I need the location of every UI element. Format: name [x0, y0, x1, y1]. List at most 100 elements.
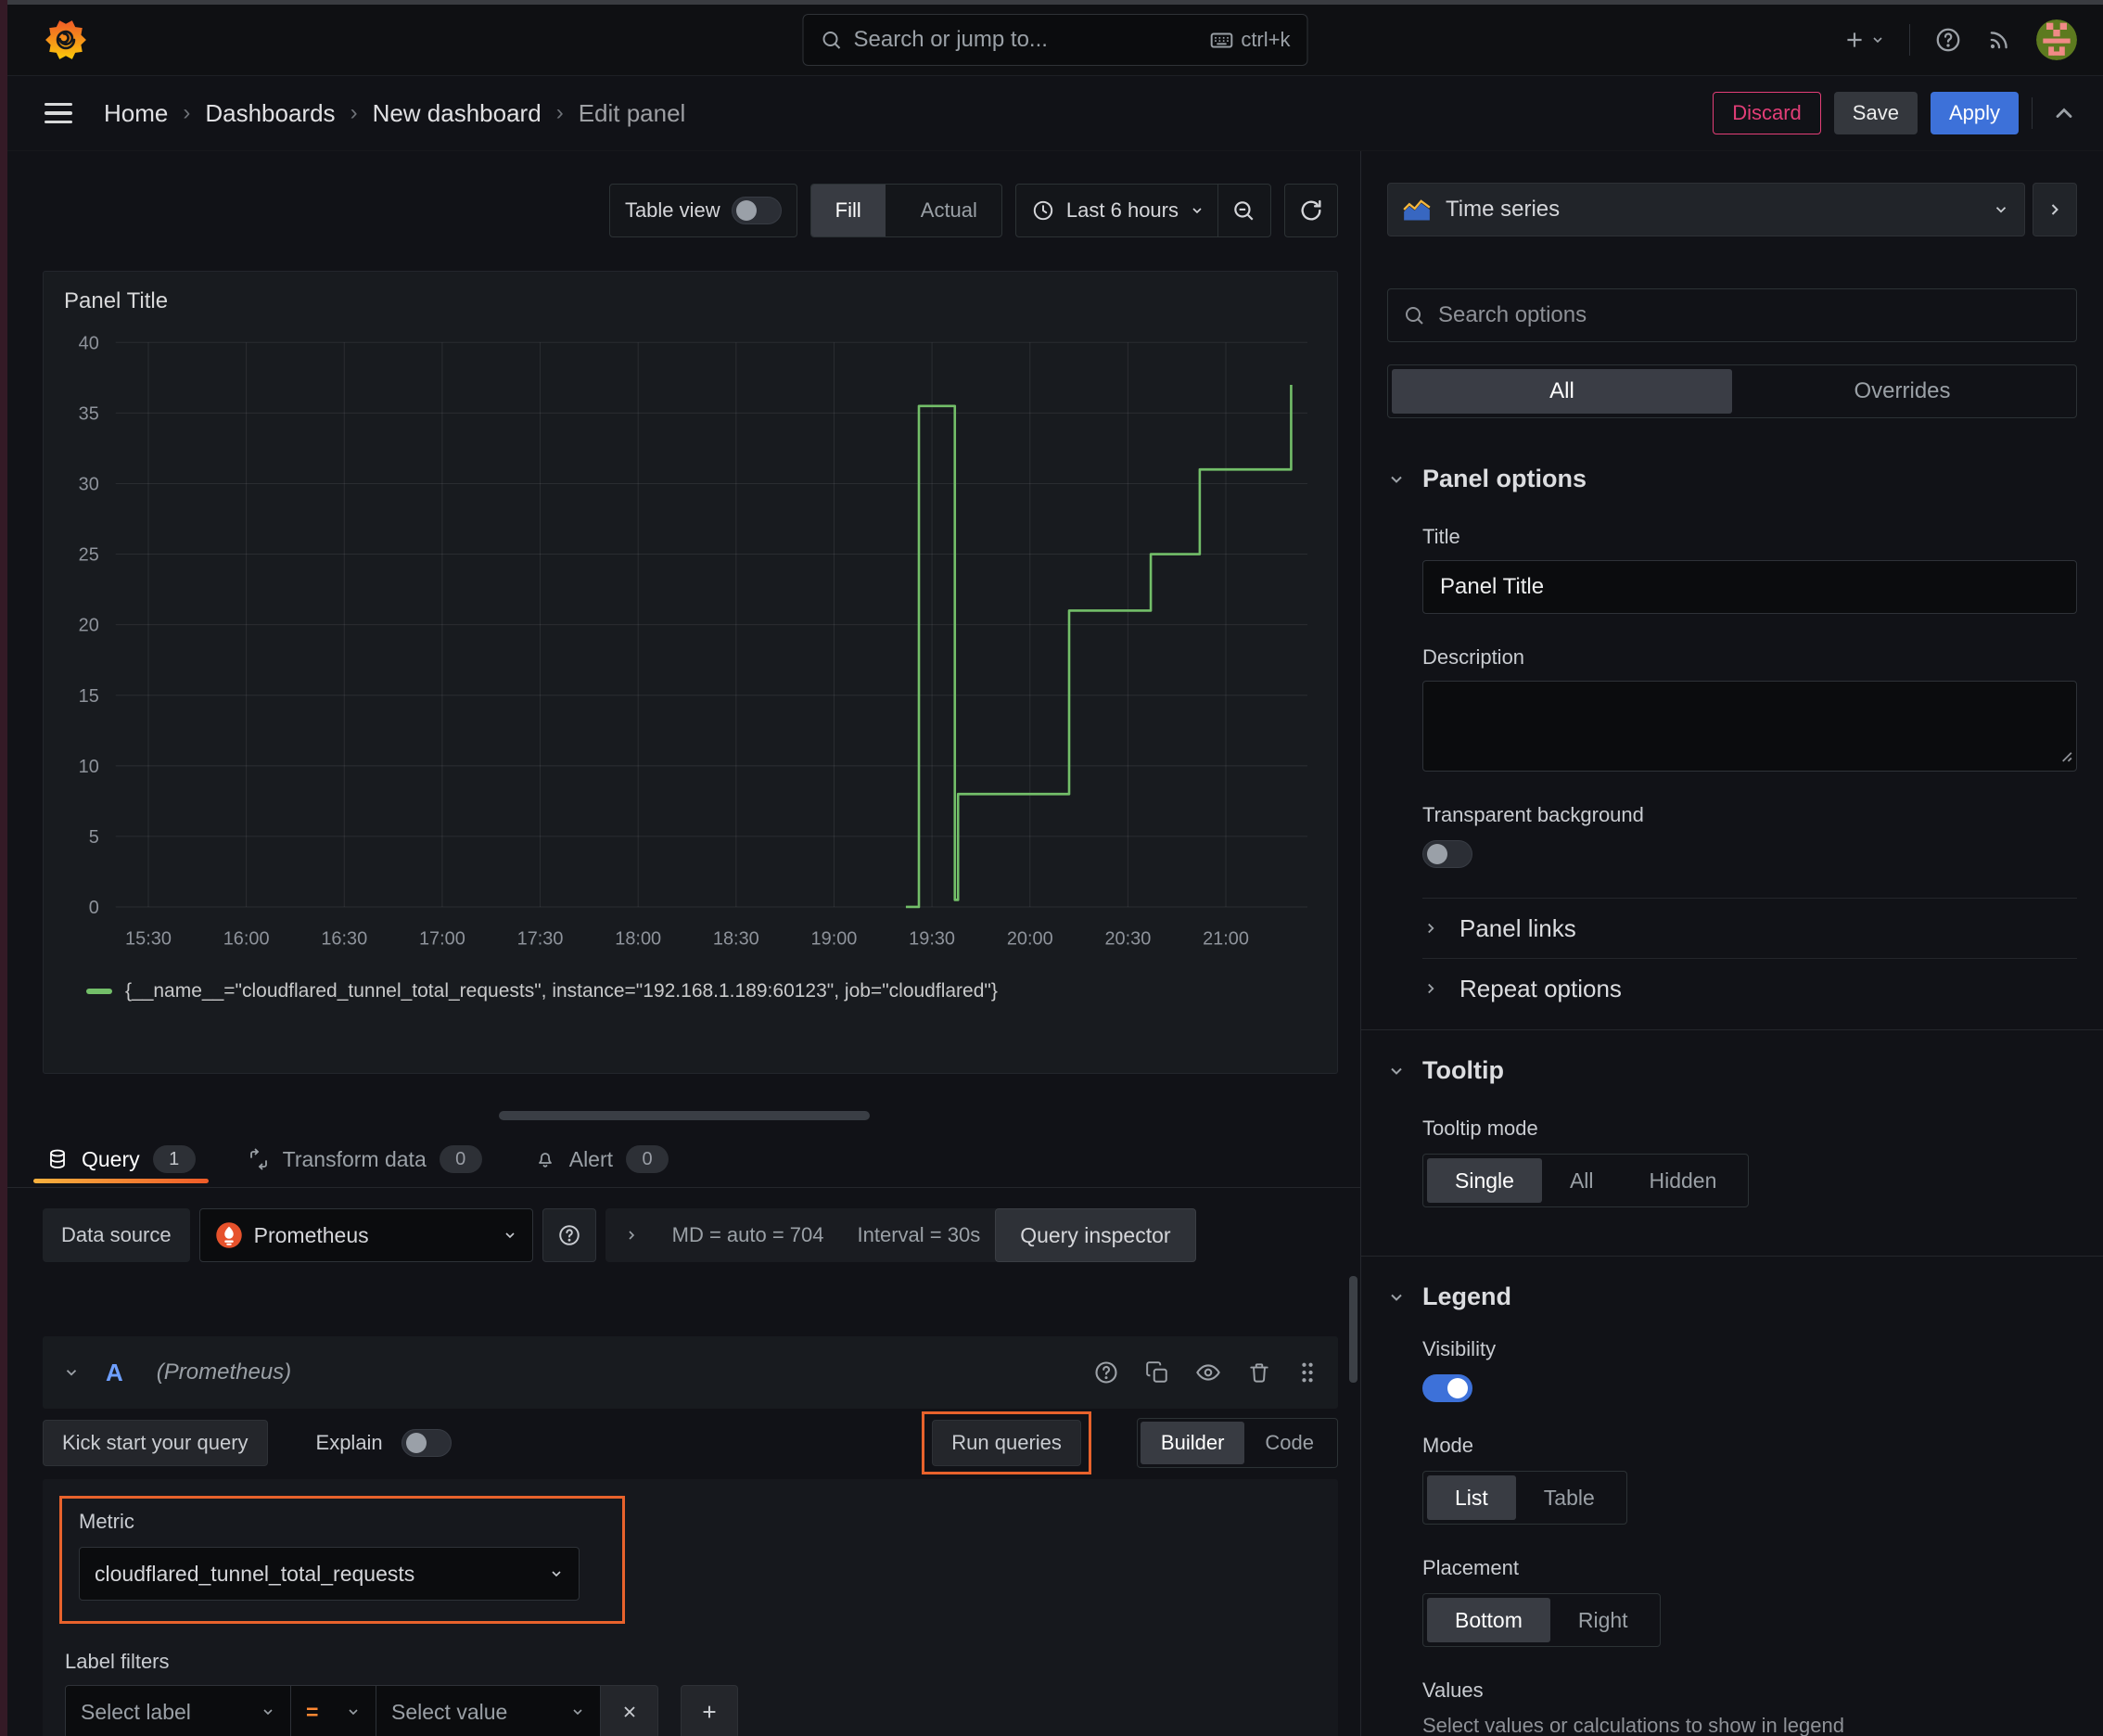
- table-view-toggle[interactable]: [731, 197, 782, 224]
- resize-corner-icon[interactable]: [2058, 747, 2072, 767]
- breadcrumb-home[interactable]: Home: [104, 99, 168, 128]
- main-column: Table view Fill Actual Last 6 hours Pane…: [7, 151, 1361, 1736]
- query-ref-id[interactable]: A: [106, 1359, 123, 1387]
- select-label-dropdown[interactable]: Select label: [65, 1685, 291, 1736]
- chevron-up-icon[interactable]: [2051, 100, 2077, 126]
- nav-actions: [1842, 19, 2077, 60]
- chevron-right-icon[interactable]: [624, 1228, 639, 1243]
- bell-icon: [538, 1153, 552, 1168]
- search-input[interactable]: Search or jump to... ctrl+k: [802, 14, 1308, 66]
- legend-header[interactable]: Legend: [1387, 1283, 2077, 1311]
- prometheus-icon: [215, 1222, 242, 1248]
- chevron-down-icon: [1387, 1288, 1406, 1307]
- stats-max-datapoints: MD = auto = 704: [671, 1223, 824, 1246]
- discard-button[interactable]: Discard: [1713, 92, 1821, 134]
- apply-button[interactable]: Apply: [1930, 92, 2019, 134]
- question-circle-icon: [558, 1225, 580, 1245]
- refresh-button[interactable]: [1284, 184, 1338, 237]
- chart-legend[interactable]: {__name__="cloudflared_tunnel_total_requ…: [86, 980, 1322, 1002]
- description-textarea[interactable]: [1422, 681, 2077, 772]
- tab-transform[interactable]: Transform data 0: [248, 1131, 482, 1187]
- hide-query-icon[interactable]: [1195, 1359, 1221, 1385]
- query-editor-header: A (Prometheus): [43, 1336, 1338, 1409]
- transparent-background-toggle[interactable]: [1422, 840, 1472, 868]
- svg-text:17:00: 17:00: [419, 928, 465, 949]
- panel-title-input[interactable]: Panel Title: [1422, 560, 2077, 614]
- breadcrumb-dashboards[interactable]: Dashboards: [205, 99, 335, 128]
- tooltip-all-option[interactable]: All: [1542, 1158, 1622, 1203]
- actions-divider: [2032, 97, 2033, 129]
- tooltip-header[interactable]: Tooltip: [1387, 1056, 2077, 1085]
- time-range-label[interactable]: Last 6 hours: [1066, 198, 1179, 223]
- mode-table-option[interactable]: Table: [1516, 1475, 1623, 1520]
- svg-text:17:30: 17:30: [517, 928, 564, 949]
- editor-tabs: Query 1 Transform data 0 Alert 0: [7, 1131, 1360, 1188]
- query-builder-body: Metric cloudflared_tunnel_total_requests…: [43, 1479, 1338, 1736]
- panel-links-section[interactable]: Panel links: [1422, 899, 2077, 958]
- grafana-logo[interactable]: [45, 19, 87, 61]
- delete-query-icon[interactable]: [1247, 1360, 1271, 1385]
- duplicate-query-icon[interactable]: [1145, 1360, 1169, 1385]
- svg-text:19:30: 19:30: [909, 928, 955, 949]
- query-help-icon[interactable]: [1093, 1359, 1119, 1385]
- tooltip-mode-label: Tooltip mode: [1422, 1117, 1538, 1140]
- divider: [1217, 185, 1218, 236]
- search-placeholder: Search or jump to...: [853, 27, 1048, 52]
- actual-option[interactable]: Actual: [897, 185, 1001, 236]
- placement-right-option[interactable]: Right: [1550, 1598, 1656, 1642]
- datasource-label: Data source: [43, 1208, 190, 1262]
- help-icon[interactable]: [1934, 26, 1962, 54]
- panel-options-header[interactable]: Panel options: [1387, 465, 2077, 493]
- fill-actual-group: Fill Actual: [809, 184, 1002, 237]
- svg-text:18:30: 18:30: [713, 928, 759, 949]
- scrollbar-thumb[interactable]: [1349, 1276, 1357, 1383]
- legend-visibility-toggle[interactable]: [1422, 1374, 1472, 1402]
- repeat-options-section[interactable]: Repeat options: [1422, 959, 2077, 1018]
- tooltip-hidden-option[interactable]: Hidden: [1622, 1158, 1745, 1203]
- visualization-select[interactable]: Time series: [1387, 183, 2025, 236]
- tab-overrides[interactable]: Overrides: [1732, 369, 2072, 414]
- save-button[interactable]: Save: [1833, 92, 1918, 134]
- series-label[interactable]: {__name__="cloudflared_tunnel_total_requ…: [125, 980, 998, 1002]
- mode-list-option[interactable]: List: [1427, 1475, 1516, 1520]
- toggle-viz-picker-button[interactable]: [2033, 183, 2077, 236]
- time-series-icon: [1403, 199, 1431, 221]
- add-filter-button[interactable]: [681, 1685, 738, 1736]
- avatar[interactable]: [2036, 19, 2077, 60]
- code-option[interactable]: Code: [1244, 1422, 1334, 1464]
- tab-alert[interactable]: Alert 0: [534, 1131, 669, 1187]
- add-button[interactable]: [1842, 28, 1885, 52]
- desktop-edge: [0, 0, 7, 1736]
- metric-select[interactable]: cloudflared_tunnel_total_requests: [79, 1547, 580, 1601]
- fill-option[interactable]: Fill: [810, 185, 886, 236]
- run-queries-button[interactable]: Run queries: [932, 1420, 1081, 1466]
- resize-handle[interactable]: [498, 1111, 870, 1120]
- values-label: Values: [1422, 1679, 1484, 1702]
- datasource-select[interactable]: Prometheus: [198, 1208, 533, 1262]
- builder-option[interactable]: Builder: [1140, 1422, 1245, 1464]
- select-value-dropdown[interactable]: Select value: [376, 1685, 601, 1736]
- explain-toggle[interactable]: [401, 1429, 452, 1457]
- remove-filter-button[interactable]: [601, 1685, 658, 1736]
- tab-query[interactable]: Query 1: [33, 1131, 209, 1187]
- shortcut-hint: ctrl+k: [1209, 28, 1291, 52]
- placement-bottom-option[interactable]: Bottom: [1427, 1598, 1550, 1642]
- options-search-input[interactable]: Search options: [1387, 288, 2077, 342]
- visualization-value: Time series: [1446, 197, 1561, 222]
- time-series-chart: 0 5 10 15 20 25 30 35 40 15:30 16:00 16:30 17:00 17:3…: [79, 333, 1308, 950]
- chevron-down-icon: [1995, 207, 2007, 213]
- section-divider: [1361, 1029, 2103, 1030]
- news-icon[interactable]: [1986, 27, 2012, 53]
- tooltip-single-option[interactable]: Single: [1427, 1158, 1542, 1203]
- drag-grip-icon[interactable]: [1297, 1360, 1318, 1385]
- operator-dropdown[interactable]: =: [291, 1685, 376, 1736]
- zoom-out-icon[interactable]: [1231, 198, 1255, 223]
- collapse-chevron-icon[interactable]: [63, 1364, 80, 1381]
- breadcrumb-new-dashboard[interactable]: New dashboard: [373, 99, 542, 128]
- kick-start-button[interactable]: Kick start your query: [43, 1420, 268, 1466]
- svg-text:21:00: 21:00: [1203, 928, 1249, 949]
- menu-toggle[interactable]: [45, 102, 72, 124]
- tab-all[interactable]: All: [1392, 369, 1732, 414]
- query-inspector-button[interactable]: Query inspector: [995, 1208, 1196, 1262]
- datasource-help-button[interactable]: [542, 1208, 596, 1262]
